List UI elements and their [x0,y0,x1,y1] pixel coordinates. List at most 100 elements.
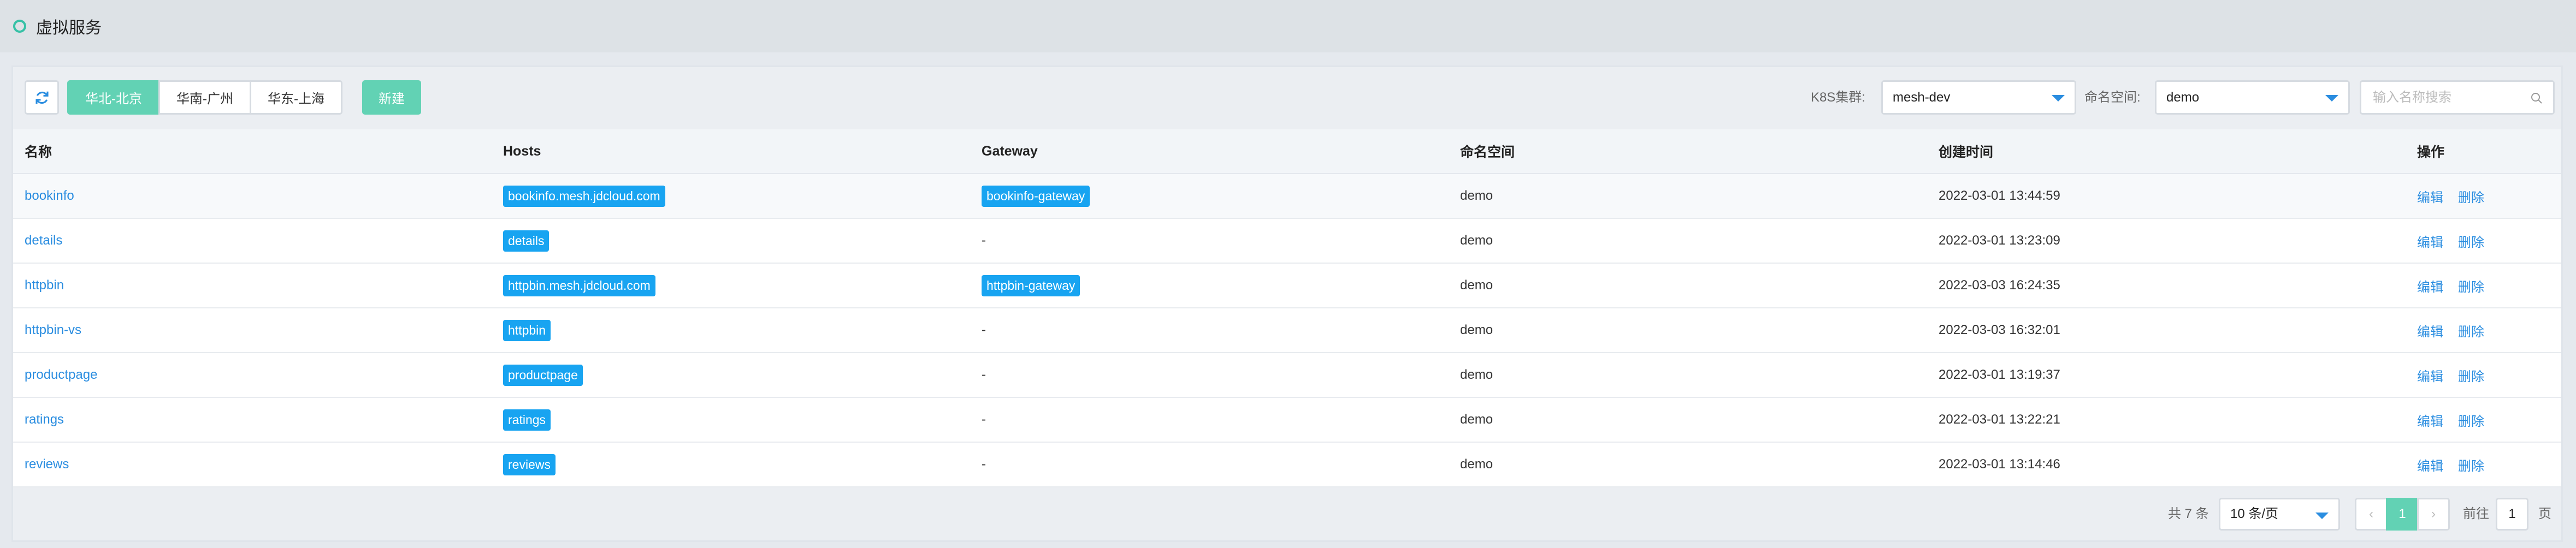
created-time-cell: 2022-03-01 13:23:09 [1927,218,2406,264]
table-row: ratings ratings - demo 2022-03-01 13:22:… [13,397,2561,443]
cluster-select-value: mesh-dev [1893,90,1951,105]
created-time-cell: 2022-03-03 16:32:01 [1927,308,2406,353]
content-panel: 华北-北京 华南-广州 华东-上海 新建 K8S集群: mesh-dev 命名空… [11,65,2563,542]
column-header-name: 名称 [13,129,492,174]
chevron-down-icon [2325,95,2338,102]
cluster-select[interactable]: mesh-dev [1881,80,2076,115]
chevron-down-icon [2315,513,2329,519]
refresh-button[interactable] [25,80,59,115]
gateway-cell: - [970,353,1449,398]
edit-link[interactable]: 编辑 [2417,459,2443,474]
namespace-cell: demo [1449,308,1927,353]
page-size-value: 10 条/页 [2230,507,2279,521]
table-header-row: 名称 Hosts Gateway 命名空间 创建时间 操作 [13,129,2561,174]
service-name-link[interactable]: details [25,233,62,248]
namespace-cell: demo [1449,218,1927,264]
service-name-link[interactable]: bookinfo [25,188,74,203]
namespace-cell: demo [1449,397,1927,443]
column-header-created: 创建时间 [1927,129,2406,174]
gateway-cell: - [970,442,1449,487]
page-suffix-label: 页 [2538,507,2551,521]
gateway-cell: - [970,397,1449,443]
delete-link[interactable]: 删除 [2458,190,2484,205]
delete-link[interactable]: 删除 [2458,414,2484,429]
table-row: productpage productpage - demo 2022-03-0… [13,353,2561,398]
region-tab-beijing[interactable]: 华北-北京 [67,80,160,115]
cluster-label: K8S集群: [1811,90,1866,105]
chevron-left-icon: ‹ [2369,507,2373,521]
service-name-link[interactable]: ratings [25,412,64,427]
search-input[interactable]: 输入名称搜索 [2360,80,2555,115]
table-row: reviews reviews - demo 2022-03-01 13:14:… [13,442,2561,487]
created-time-cell: 2022-03-01 13:19:37 [1927,353,2406,398]
created-time-cell: 2022-03-01 13:22:21 [1927,397,2406,443]
created-time-cell: 2022-03-03 16:24:35 [1927,263,2406,308]
host-tag: details [503,230,550,252]
column-header-actions: 操作 [2406,129,2561,174]
column-header-hosts: Hosts [492,129,970,174]
gateway-cell: - [970,308,1449,353]
delete-link[interactable]: 删除 [2458,235,2484,250]
namespace-cell: demo [1449,353,1927,398]
pagination: 共 7 条 10 条/页 ‹ 1 › 前往 1 页 [13,488,2561,540]
service-name-link[interactable]: httpbin-vs [25,323,81,337]
search-icon[interactable] [2530,92,2543,105]
gateway-tag: httpbin-gateway [982,275,1080,296]
namespace-cell: demo [1449,442,1927,487]
prev-page-button[interactable]: ‹ [2355,498,2388,531]
page-title: 虚拟服务 [36,19,102,37]
host-tag: httpbin [503,319,551,341]
page-1-button[interactable]: 1 [2386,498,2419,531]
edit-link[interactable]: 编辑 [2417,235,2443,250]
page-header: 虚拟服务 [0,0,2576,52]
service-name-link[interactable]: httpbin [25,278,64,293]
delete-link[interactable]: 删除 [2458,370,2484,384]
host-tag: ratings [503,409,551,431]
host-tag: reviews [503,454,556,475]
namespace-cell: demo [1449,263,1927,308]
chevron-down-icon [2052,95,2065,102]
table-row: details details - demo 2022-03-01 13:23:… [13,218,2561,264]
edit-link[interactable]: 编辑 [2417,280,2443,295]
edit-link[interactable]: 编辑 [2417,414,2443,429]
table-row: bookinfo bookinfo.mesh.jdcloud.com booki… [13,174,2561,219]
gateway-tag: bookinfo-gateway [982,185,1090,207]
namespace-cell: demo [1449,174,1927,219]
region-tabs: 华北-北京 华南-广州 华东-上海 [67,80,342,115]
service-name-link[interactable]: reviews [25,457,69,472]
edit-link[interactable]: 编辑 [2417,190,2443,205]
host-tag: bookinfo.mesh.jdcloud.com [503,185,665,207]
host-tag: productpage [503,364,583,386]
new-button[interactable]: 新建 [362,80,421,115]
status-circle-icon [13,20,26,33]
edit-link[interactable]: 编辑 [2417,325,2443,339]
region-tab-shanghai[interactable]: 华东-上海 [250,80,342,115]
next-page-button[interactable]: › [2417,498,2450,531]
namespace-select-value: demo [2166,90,2200,105]
delete-link[interactable]: 删除 [2458,280,2484,295]
delete-link[interactable]: 删除 [2458,325,2484,339]
table-row: httpbin httpbin.mesh.jdcloud.com httpbin… [13,263,2561,308]
namespace-select[interactable]: demo [2155,80,2350,115]
namespace-label: 命名空间: [2084,90,2141,105]
goto-label: 前往 [2463,507,2489,521]
host-tag: httpbin.mesh.jdcloud.com [503,275,655,296]
edit-link[interactable]: 编辑 [2417,370,2443,384]
chevron-right-icon: › [2431,507,2436,521]
refresh-icon [35,91,49,104]
toolbar: 华北-北京 华南-广州 华东-上海 新建 K8S集群: mesh-dev 命名空… [13,67,2561,128]
column-header-gateway: Gateway [970,129,1449,174]
search-placeholder: 输入名称搜索 [2373,90,2451,105]
goto-page-input[interactable]: 1 [2496,498,2528,531]
page-size-select[interactable]: 10 条/页 [2219,498,2340,531]
service-name-link[interactable]: productpage [25,367,97,382]
table-row: httpbin-vs httpbin - demo 2022-03-03 16:… [13,308,2561,353]
virtual-service-table: 名称 Hosts Gateway 命名空间 创建时间 操作 bookinfo b… [13,129,2561,487]
created-time-cell: 2022-03-01 13:44:59 [1927,174,2406,219]
delete-link[interactable]: 删除 [2458,459,2484,474]
pagination-total: 共 7 条 [2168,507,2209,521]
column-header-namespace: 命名空间 [1449,129,1927,174]
created-time-cell: 2022-03-01 13:14:46 [1927,442,2406,487]
region-tab-guangzhou[interactable]: 华南-广州 [158,80,251,115]
gateway-cell: - [970,218,1449,264]
